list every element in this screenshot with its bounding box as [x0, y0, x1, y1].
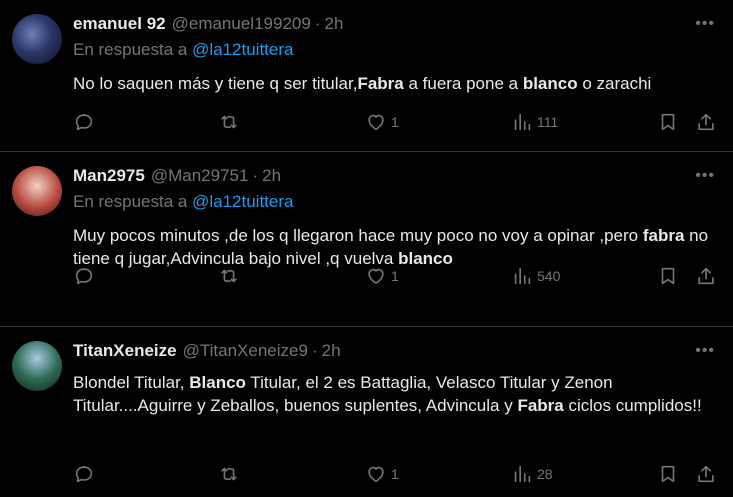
avatar[interactable] [12, 14, 62, 64]
tweet-text-bold: blanco [522, 74, 578, 93]
tweet-text: Blondel Titular, Blanco Titular, el 2 es… [73, 371, 719, 417]
views-chart-icon [514, 465, 531, 483]
tweet-text-bold: Fabra [357, 74, 404, 93]
reply-context: En respuesta a @la12tuittera [73, 192, 719, 216]
views-chart-icon [514, 267, 531, 285]
tweet-text-bold: Fabra [517, 396, 564, 415]
retweet-icon [221, 115, 237, 129]
like-button[interactable]: 1 [365, 462, 399, 486]
tweet-header: TitanXeneize @TitanXeneize9 · 2h [73, 341, 719, 365]
tweet-actions: 1 28 [73, 462, 719, 486]
user-handle[interactable]: @TitanXeneize9 [183, 341, 308, 361]
tweet-header: emanuel 92 @emanuel199209 · 2h [73, 14, 719, 38]
tweet-content: Man2975 @Man29751 · 2h ••• En respuesta … [73, 166, 719, 270]
reply-mention-link[interactable]: @la12tuittera [192, 40, 293, 59]
tweet-text-segment: o zarachi [577, 74, 652, 93]
timestamp[interactable]: 2h [322, 341, 341, 361]
like-button[interactable]: 1 [365, 110, 399, 134]
views-chart-icon [514, 113, 531, 131]
views-count: 111 [537, 114, 559, 130]
tweet-text-segment: ciclos cumplidos!! [563, 396, 702, 415]
heart-icon [368, 114, 384, 131]
bookmark-button[interactable] [657, 264, 679, 288]
views-button[interactable]: 540 [511, 264, 560, 288]
retweet-button[interactable] [218, 110, 240, 134]
heart-icon [368, 268, 384, 285]
bookmark-button[interactable] [657, 462, 679, 486]
timestamp[interactable]: 2h [262, 166, 281, 186]
display-name[interactable]: emanuel 92 [73, 14, 166, 34]
display-name[interactable]: TitanXeneize [73, 341, 177, 361]
user-handle[interactable]: @Man29751 [151, 166, 249, 186]
heart-icon [368, 466, 384, 483]
reply-bubble-icon [75, 268, 93, 285]
bookmark-icon [661, 267, 675, 285]
user-handle[interactable]: @emanuel199209 [172, 14, 311, 34]
share-button[interactable] [695, 110, 717, 134]
share-upload-icon [698, 267, 714, 285]
reply-button[interactable] [73, 110, 95, 134]
reply-button[interactable] [73, 264, 95, 288]
tweet-text-bold: Blanco [189, 373, 246, 392]
bookmark-icon [661, 113, 675, 131]
tweet-3[interactable]: TitanXeneize @TitanXeneize9 · 2h ••• Blo… [0, 327, 733, 497]
bookmark-button[interactable] [657, 110, 679, 134]
retweet-icon [221, 269, 237, 283]
views-button[interactable]: 111 [511, 110, 558, 134]
avatar[interactable] [12, 341, 62, 391]
tweet-text-segment: Muy pocos minutos ,de los q llegaron hac… [73, 226, 643, 245]
tweet-header: Man2975 @Man29751 · 2h [73, 166, 719, 190]
reply-prefix: En respuesta a [73, 40, 188, 59]
more-horizontal-icon[interactable]: ••• [695, 343, 715, 359]
like-button[interactable]: 1 [365, 264, 399, 288]
tweet-text-bold: fabra [642, 226, 685, 245]
retweet-button[interactable] [218, 264, 240, 288]
tweet-2[interactable]: Man2975 @Man29751 · 2h ••• En respuesta … [0, 152, 733, 327]
separator-dot: · [252, 166, 259, 185]
share-button[interactable] [695, 462, 717, 486]
separator-dot: · [311, 341, 318, 360]
tweet-text-segment: a fuera pone a [403, 74, 523, 93]
avatar[interactable] [12, 166, 62, 216]
share-upload-icon [698, 465, 714, 483]
share-upload-icon [698, 113, 714, 131]
reply-context: En respuesta a @la12tuittera [73, 40, 719, 64]
like-count: 1 [391, 268, 399, 284]
tweet-text: No lo saquen más y tiene q ser titular,F… [73, 72, 719, 95]
reply-mention-link[interactable]: @la12tuittera [192, 192, 293, 211]
more-horizontal-icon[interactable]: ••• [695, 16, 715, 32]
views-button[interactable]: 28 [511, 462, 553, 486]
reply-bubble-icon [75, 114, 93, 131]
tweet-text-segment: No lo saquen más y tiene q ser titular, [73, 74, 358, 93]
separator-dot: · [314, 14, 321, 33]
like-count: 1 [391, 466, 399, 482]
views-count: 540 [537, 268, 561, 284]
more-horizontal-icon[interactable]: ••• [695, 168, 715, 184]
tweet-actions: 1 111 [73, 110, 719, 134]
share-button[interactable] [695, 264, 717, 288]
tweet-actions: 1 540 [73, 264, 719, 288]
display-name[interactable]: Man2975 [73, 166, 145, 186]
views-count: 28 [537, 466, 553, 482]
reply-button[interactable] [73, 462, 95, 486]
retweet-button[interactable] [218, 462, 240, 486]
tweet-content: TitanXeneize @TitanXeneize9 · 2h ••• Blo… [73, 341, 719, 417]
tweet-content: emanuel 92 @emanuel199209 · 2h ••• En re… [73, 14, 719, 95]
reply-bubble-icon [75, 466, 93, 483]
retweet-icon [221, 467, 237, 481]
tweet-text-segment: Blondel Titular, [73, 373, 190, 392]
bookmark-icon [661, 465, 675, 483]
reply-prefix: En respuesta a [73, 192, 188, 211]
timestamp[interactable]: 2h [324, 14, 343, 34]
like-count: 1 [391, 114, 399, 130]
tweet-1[interactable]: emanuel 92 @emanuel199209 · 2h ••• En re… [0, 0, 733, 152]
